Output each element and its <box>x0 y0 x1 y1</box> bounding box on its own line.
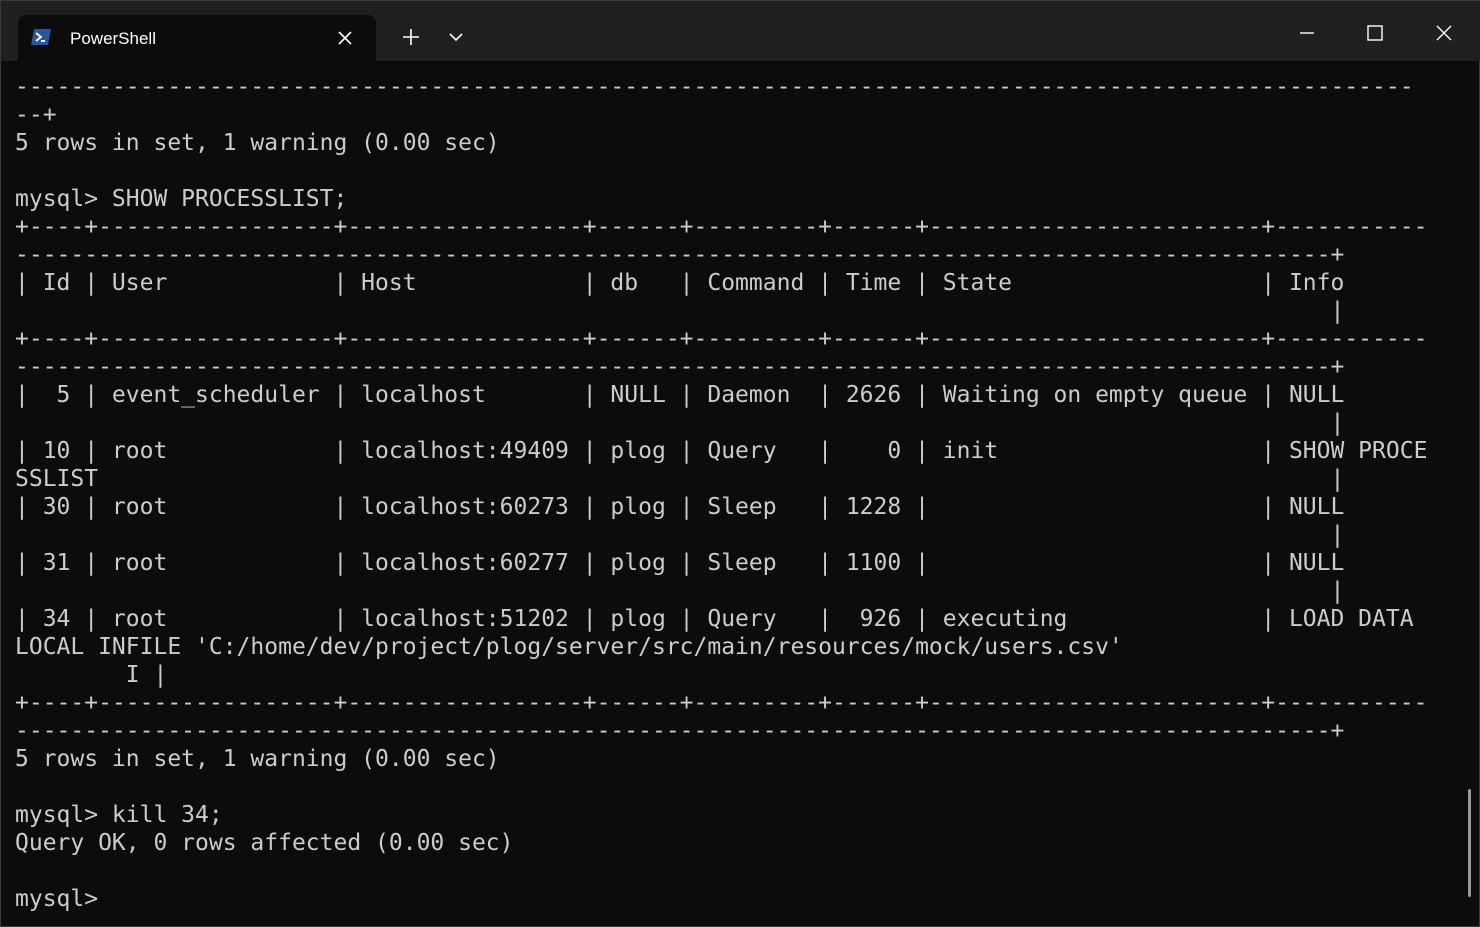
terminal-window: PowerShell -----------------------------… <box>0 0 1480 927</box>
terminal-line: | <box>15 522 1345 548</box>
terminal-line: Query OK, 0 rows affected (0.00 sec) <box>15 830 514 856</box>
new-tab-button[interactable] <box>397 23 425 51</box>
terminal-line: LOCAL INFILE 'C:/home/dev/project/plog/s… <box>15 634 1123 660</box>
close-icon <box>1436 25 1452 41</box>
terminal-line: ----------------------------------------… <box>15 718 1345 744</box>
tab-powershell[interactable]: PowerShell <box>18 15 376 61</box>
terminal-text: ----------------------------------------… <box>15 73 1455 913</box>
terminal-line: I | <box>15 662 168 688</box>
terminal-line: | 30 | root | localhost:60273 | plog | S… <box>15 494 1345 520</box>
title-bar[interactable]: PowerShell <box>1 1 1480 61</box>
powershell-icon <box>30 28 52 46</box>
chevron-down-icon <box>449 33 463 42</box>
terminal-line: mysql> SHOW PROCESSLIST; <box>15 186 348 212</box>
terminal-line: --+ <box>15 102 57 128</box>
minimize-icon <box>1300 32 1314 34</box>
terminal-line: +----+-----------------+----------------… <box>15 690 1428 716</box>
scrollbar-thumb[interactable] <box>1468 789 1471 897</box>
plus-icon <box>403 29 419 45</box>
terminal-line: | <box>15 298 1345 324</box>
terminal-line: ----------------------------------------… <box>15 242 1345 268</box>
close-icon <box>338 31 352 45</box>
minimize-button[interactable] <box>1291 17 1323 49</box>
terminal-line: +----+-----------------+----------------… <box>15 214 1428 240</box>
terminal-line: | 34 | root | localhost:51202 | plog | Q… <box>15 606 1414 632</box>
terminal-line: ----------------------------------------… <box>15 354 1345 380</box>
terminal-line: mysql> kill 34; <box>15 802 223 828</box>
terminal-line: ----------------------------------------… <box>15 74 1414 100</box>
terminal-output[interactable]: ----------------------------------------… <box>15 73 1455 918</box>
tab-title: PowerShell <box>70 29 156 48</box>
terminal-line: SSLIST | <box>15 466 1345 492</box>
terminal-line: +----+-----------------+----------------… <box>15 326 1428 352</box>
tab-close-button[interactable] <box>334 27 356 49</box>
terminal-line: | <box>15 578 1345 604</box>
terminal-line: 5 rows in set, 1 warning (0.00 sec) <box>15 746 500 772</box>
terminal-line: 5 rows in set, 1 warning (0.00 sec) <box>15 130 500 156</box>
terminal-line: | Id | User | Host | db | Command | Time… <box>15 270 1345 296</box>
terminal-line: | 10 | root | localhost:49409 | plog | Q… <box>15 438 1428 464</box>
terminal-line: mysql> <box>15 886 112 912</box>
close-button[interactable] <box>1428 17 1460 49</box>
maximize-button[interactable] <box>1359 17 1391 49</box>
terminal-line: | 31 | root | localhost:60277 | plog | S… <box>15 550 1345 576</box>
tab-dropdown-button[interactable] <box>442 23 470 51</box>
scrollbar[interactable] <box>1465 63 1480 923</box>
terminal-line: | <box>15 410 1345 436</box>
maximize-icon <box>1367 25 1383 41</box>
terminal-line: | 5 | event_scheduler | localhost | NULL… <box>15 382 1345 408</box>
